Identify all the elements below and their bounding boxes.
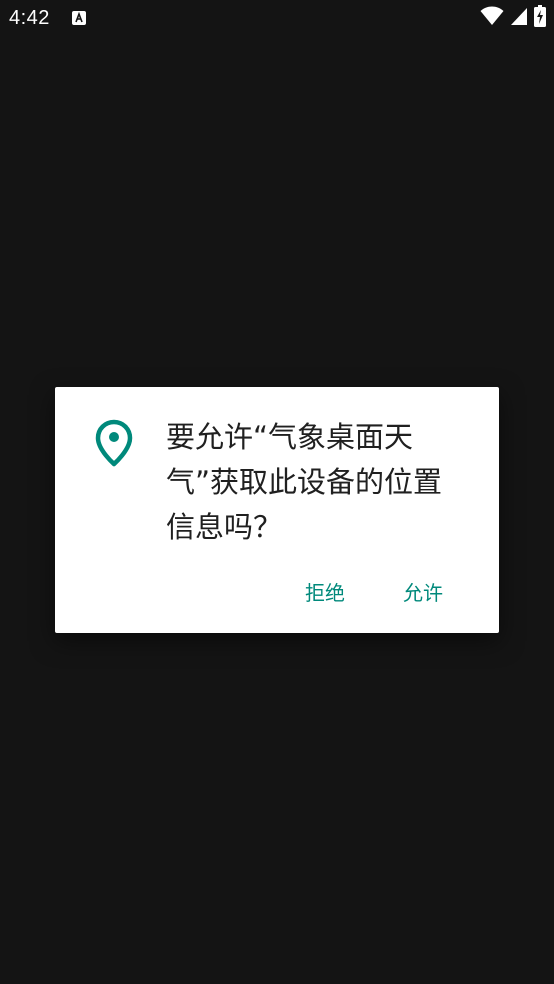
cellular-signal-icon xyxy=(510,6,528,30)
app-notification-icon xyxy=(71,10,87,26)
battery-charging-icon xyxy=(534,5,546,31)
allow-button[interactable]: 允许 xyxy=(393,573,453,613)
screen: 4:42 要允许“气象桌面天气”获取此设备的位置信息吗？ 拒绝 允许 xyxy=(0,0,554,984)
status-icons xyxy=(480,5,546,31)
status-time: 4:42 xyxy=(9,7,50,29)
dialog-actions: 拒绝 允许 xyxy=(55,573,499,613)
wifi-icon xyxy=(480,6,504,30)
status-bar: 4:42 xyxy=(0,0,554,38)
location-pin-icon xyxy=(95,419,133,467)
permission-dialog: 要允许“气象桌面天气”获取此设备的位置信息吗？ 拒绝 允许 xyxy=(55,387,499,633)
deny-button[interactable]: 拒绝 xyxy=(295,573,355,613)
dialog-message: 要允许“气象桌面天气”获取此设备的位置信息吗？ xyxy=(166,420,443,544)
